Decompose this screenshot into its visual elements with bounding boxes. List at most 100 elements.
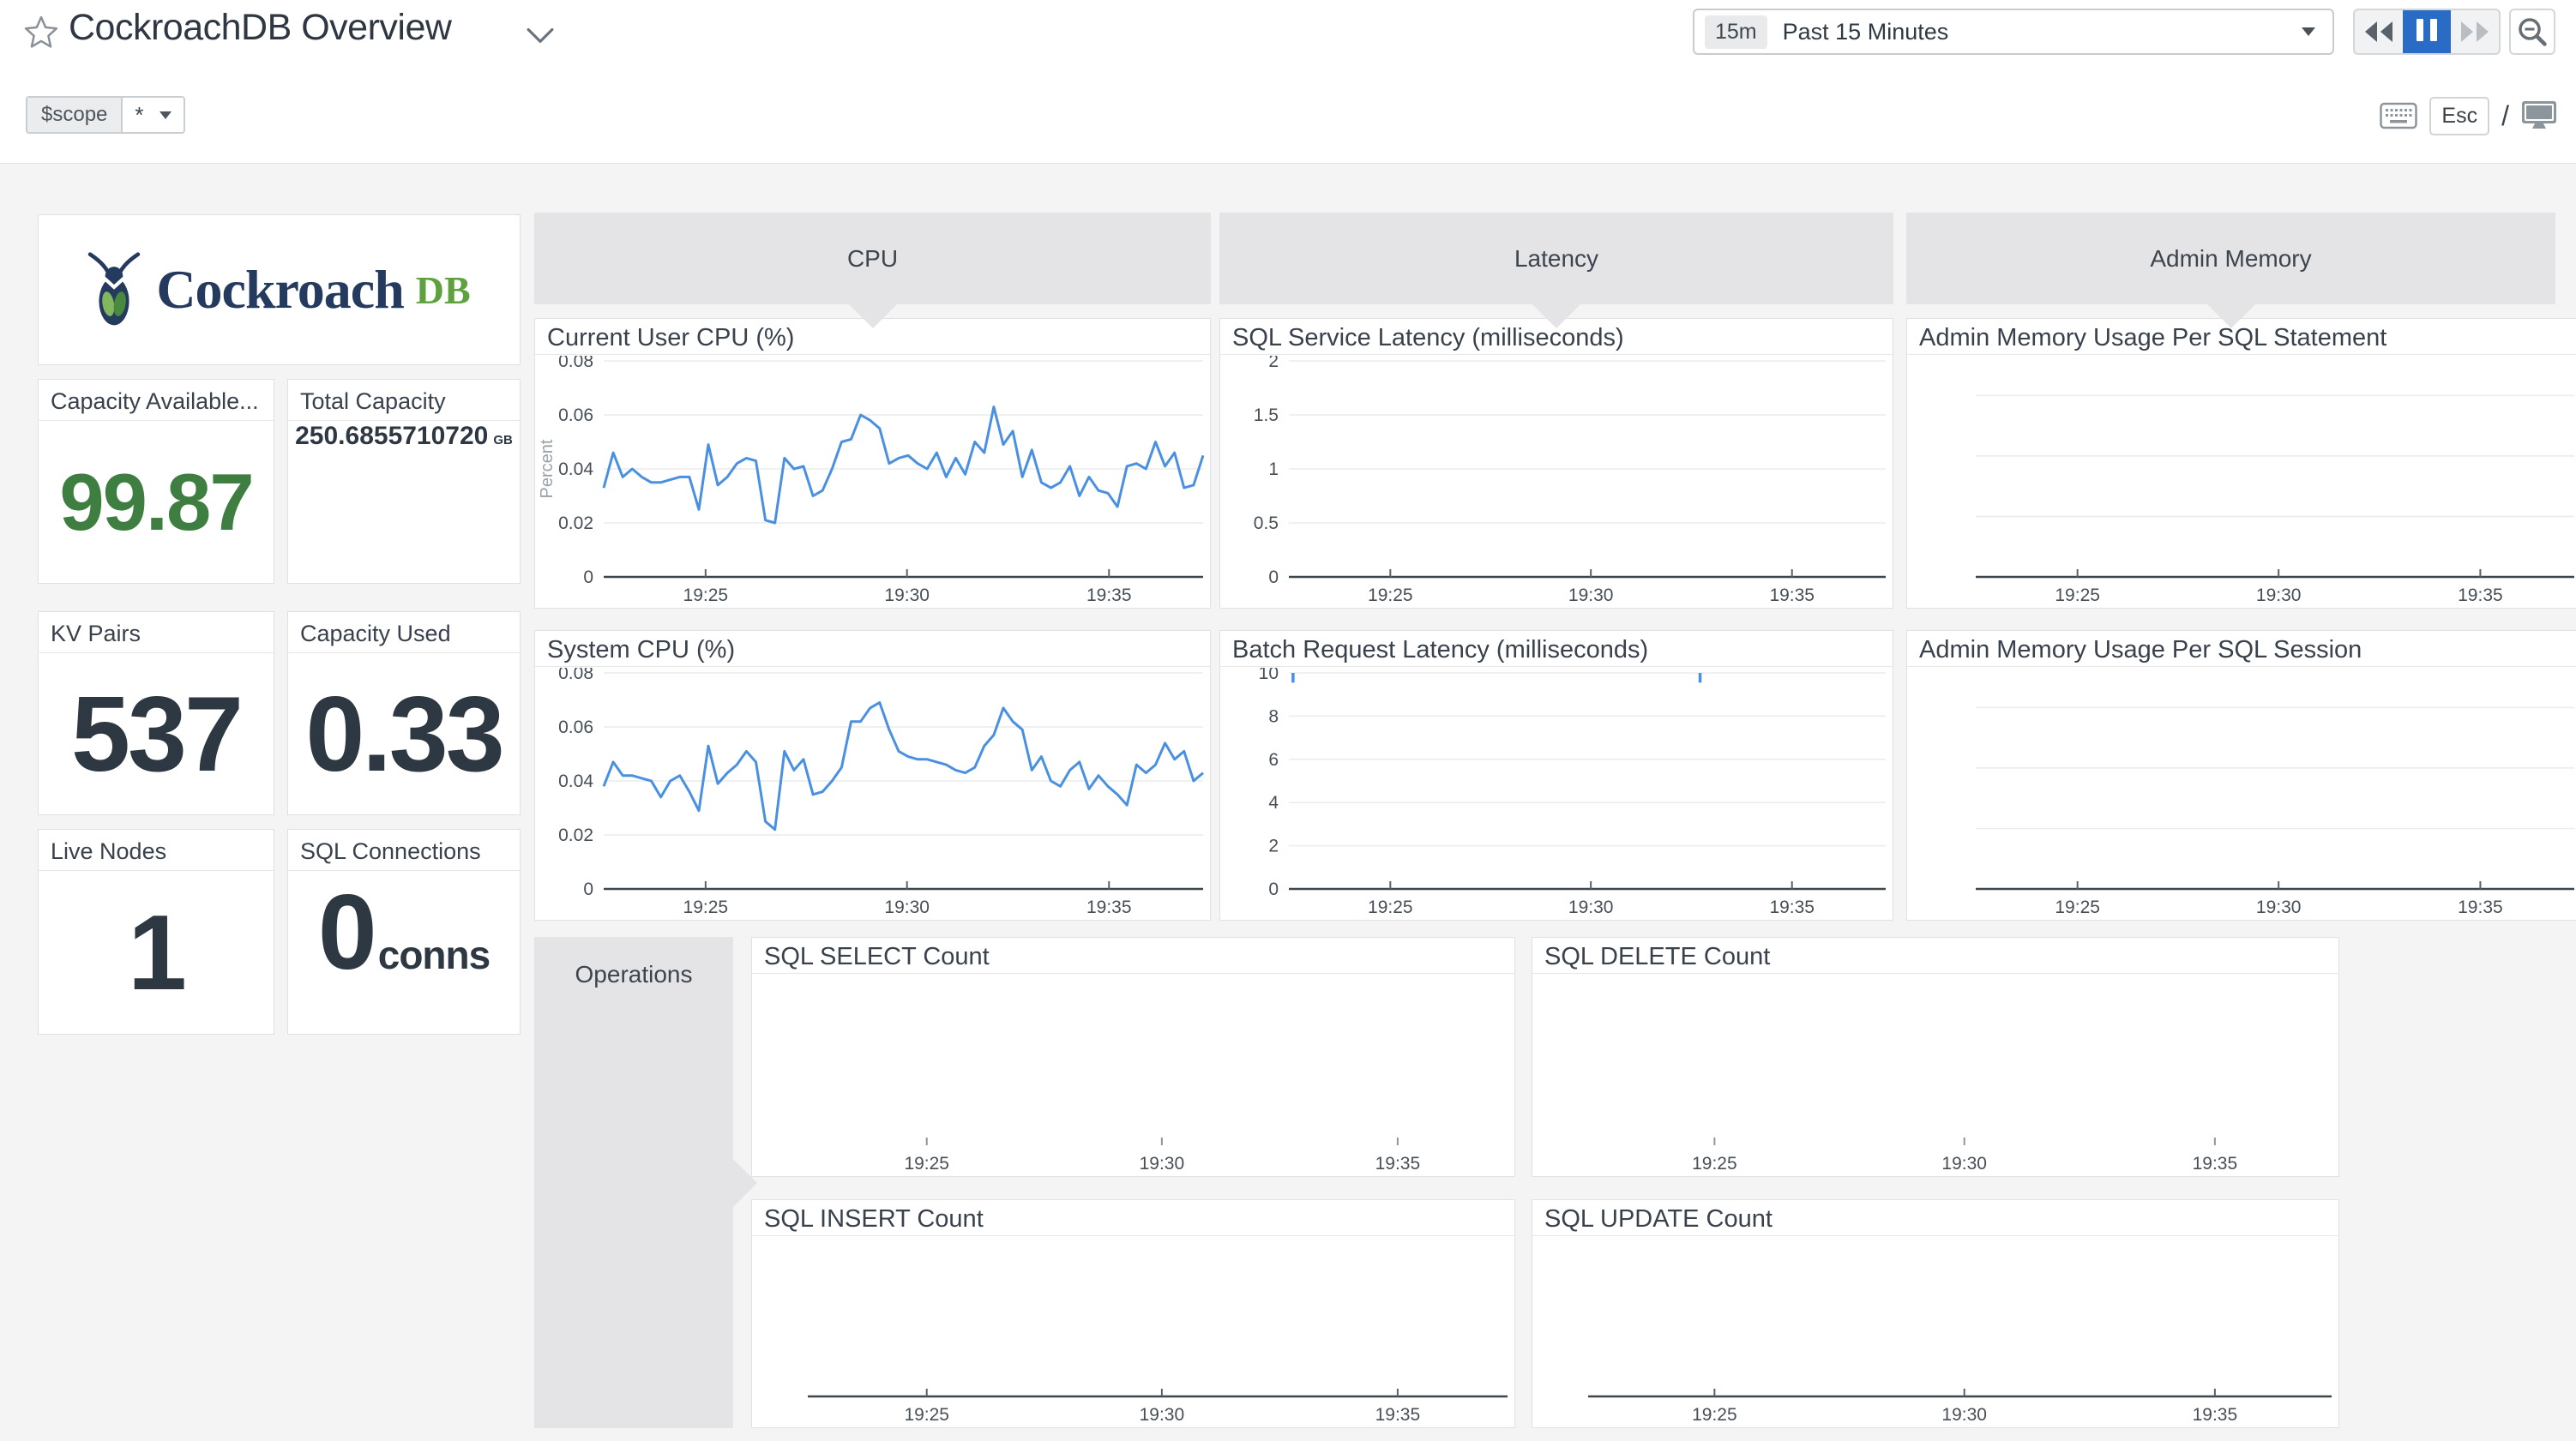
stat-card-sql-connections: SQL Connections 0 conns — [287, 829, 521, 1035]
svg-text:19:25: 19:25 — [904, 1154, 949, 1174]
group-label: Operations — [534, 961, 733, 988]
chart-plot[interactable]: 19:2519:3019:35 — [752, 1237, 1514, 1427]
svg-text:Percent: Percent — [538, 439, 557, 498]
svg-text:0.04: 0.04 — [558, 459, 593, 479]
stat-title: Total Capacity — [288, 380, 520, 421]
svg-text:19:35: 19:35 — [2193, 1405, 2238, 1425]
svg-text:19:25: 19:25 — [1368, 585, 1413, 605]
stat-title: KV Pairs — [39, 612, 274, 653]
chart-title: SQL DELETE Count — [1532, 938, 2338, 974]
time-range-label: Past 15 Minutes — [1783, 19, 2302, 45]
svg-text:8: 8 — [1268, 706, 1279, 726]
svg-text:0: 0 — [583, 567, 593, 587]
stat-title: Capacity Used — [288, 612, 520, 653]
group-label: CPU — [847, 245, 898, 273]
chart-card-batch-request-latency: Batch Request Latency (milliseconds) 024… — [1219, 630, 1893, 921]
chart-plot[interactable]: 00.511.5219:2519:3019:35 — [1220, 356, 1893, 608]
scope-variable-select[interactable]: $scope * — [26, 96, 185, 134]
stat-value: 0.33 — [305, 674, 502, 796]
svg-text:0: 0 — [583, 880, 593, 899]
svg-text:19:30: 19:30 — [1941, 1154, 1987, 1174]
svg-text:19:35: 19:35 — [1086, 585, 1132, 605]
chart-title: SQL INSERT Count — [752, 1200, 1514, 1236]
group-header-cpu: CPU — [534, 213, 1211, 304]
stat-value: 99.87 — [59, 456, 252, 549]
svg-text:19:35: 19:35 — [1375, 1405, 1421, 1425]
tv-mode-icon[interactable] — [2521, 100, 2557, 131]
svg-text:0: 0 — [1268, 567, 1279, 587]
fast-forward-button[interactable] — [2451, 10, 2499, 53]
group-label: Admin Memory — [2150, 245, 2311, 273]
chart-plot[interactable]: 00.020.040.060.0819:2519:3019:35Percent — [535, 356, 1210, 608]
stat-card-total-capacity: Total Capacity 250.6855710720 GB — [287, 379, 521, 584]
svg-text:0: 0 — [1268, 880, 1279, 899]
chart-title: System CPU (%) — [535, 631, 1210, 667]
zoom-out-button[interactable] — [2509, 9, 2555, 55]
stat-title: Capacity Available... — [39, 380, 274, 421]
svg-text:19:30: 19:30 — [1568, 585, 1614, 605]
svg-text:19:35: 19:35 — [1375, 1154, 1421, 1174]
chevron-down-icon[interactable] — [527, 27, 554, 45]
svg-text:19:25: 19:25 — [1692, 1154, 1737, 1174]
svg-text:6: 6 — [1268, 750, 1279, 770]
stat-card-capacity-used: Capacity Used 0.33 — [287, 611, 521, 815]
star-icon[interactable] — [24, 15, 58, 48]
chart-plot[interactable]: 19:2519:3019:35 — [1907, 668, 2576, 920]
svg-text:0.5: 0.5 — [1254, 513, 1279, 533]
keyboard-icon[interactable] — [2380, 102, 2417, 129]
svg-text:0.06: 0.06 — [558, 405, 593, 425]
stat-title: SQL Connections — [288, 830, 520, 871]
svg-text:19:35: 19:35 — [2458, 585, 2503, 605]
svg-text:19:30: 19:30 — [1568, 898, 1614, 917]
chart-plot[interactable]: 024681019:2519:3019:35 — [1220, 668, 1893, 920]
chart-plot[interactable]: 19:2519:3019:35 — [1532, 975, 2338, 1176]
stat-value: 0 — [318, 872, 375, 994]
time-range-badge: 15m — [1705, 15, 1767, 49]
stat-card-live-nodes: Live Nodes 1 — [38, 829, 274, 1035]
svg-text:1: 1 — [1268, 459, 1279, 479]
svg-text:19:25: 19:25 — [683, 898, 729, 917]
svg-text:19:35: 19:35 — [1769, 585, 1815, 605]
chart-plot[interactable]: 19:25 19:30 19:35 — [1907, 356, 2576, 608]
svg-text:4: 4 — [1268, 793, 1279, 813]
svg-text:19:30: 19:30 — [2256, 585, 2302, 605]
svg-text:0.08: 0.08 — [558, 356, 593, 371]
chart-plot[interactable]: 19:25 19:30 19:35 — [752, 975, 1514, 1176]
stat-value: 537 — [71, 674, 241, 796]
svg-text:0.02: 0.02 — [558, 513, 593, 533]
chart-title: Batch Request Latency (milliseconds) — [1220, 631, 1893, 667]
cockroachdb-logo-icon — [87, 250, 141, 329]
group-label: Latency — [1514, 245, 1598, 273]
svg-text:19:25: 19:25 — [1692, 1405, 1737, 1425]
chart-title: Admin Memory Usage Per SQL Session — [1907, 631, 2576, 667]
chart-card-sql-delete-count: SQL DELETE Count 19:2519:3019:35 — [1532, 937, 2339, 1177]
stat-unit: conns — [378, 932, 490, 978]
svg-text:19:30: 19:30 — [884, 898, 930, 917]
fast-forward-icon — [2459, 20, 2490, 44]
rewind-button[interactable] — [2355, 10, 2403, 53]
chart-plot[interactable]: 19:2519:3019:35 — [1532, 1237, 2338, 1427]
svg-text:19:35: 19:35 — [1086, 898, 1132, 917]
svg-text:0.04: 0.04 — [558, 772, 593, 791]
chart-plot[interactable]: 00.020.040.060.0819:2519:3019:35 — [535, 668, 1210, 920]
svg-text:19:30: 19:30 — [2256, 898, 2302, 917]
magnifier-minus-icon — [2516, 15, 2549, 48]
rewind-icon — [2363, 20, 2394, 44]
stat-value: 1 — [128, 892, 184, 1014]
top-header: CockroachDB Overview 15m Past 15 Minutes — [0, 0, 2576, 163]
dashboard-canvas: Cockroach DB Capacity Available... 99.87… — [0, 163, 2576, 1441]
svg-text:19:25: 19:25 — [904, 1405, 949, 1425]
svg-text:19:30: 19:30 — [1140, 1154, 1185, 1174]
pause-icon — [2413, 19, 2441, 45]
logo-card: Cockroach DB — [38, 214, 521, 365]
stat-card-capacity-available: Capacity Available... 99.87 — [38, 379, 274, 584]
svg-text:0.08: 0.08 — [558, 668, 593, 683]
stat-title: Live Nodes — [39, 830, 274, 871]
time-range-select[interactable]: 15m Past 15 Minutes — [1693, 9, 2334, 55]
chart-card-sql-insert-count: SQL INSERT Count 19:2519:3019:35 — [751, 1199, 1515, 1428]
esc-button[interactable]: Esc — [2429, 97, 2489, 135]
svg-text:10: 10 — [1259, 668, 1279, 683]
svg-text:19:25: 19:25 — [2055, 585, 2100, 605]
svg-text:0.06: 0.06 — [558, 717, 593, 737]
pause-button[interactable] — [2403, 10, 2451, 53]
